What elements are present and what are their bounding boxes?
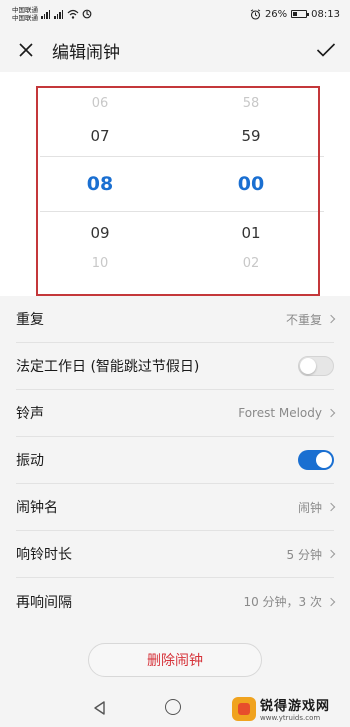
ring-duration-value: 5 分钟 bbox=[286, 546, 336, 563]
title-bar: 编辑闹钟 bbox=[0, 28, 350, 72]
signal-icon-2 bbox=[54, 9, 63, 19]
ringtone-label: 铃声 bbox=[16, 406, 44, 422]
watermark: 锐得游戏网 www.ytruids.com bbox=[232, 690, 350, 727]
ringtone-value: Forest Melody bbox=[238, 406, 336, 420]
picker-divider-bottom bbox=[40, 211, 324, 212]
time-picker[interactable]: 06 07 08 09 10 58 59 00 01 02 bbox=[0, 72, 350, 302]
workday-row[interactable]: 法定工作日 (智能跳过节假日) bbox=[16, 343, 334, 390]
repeat-value-text: 不重复 bbox=[285, 312, 322, 327]
minute-option[interactable]: 58 bbox=[191, 96, 311, 111]
chevron-right-icon bbox=[326, 597, 336, 606]
hour-wheel[interactable]: 06 07 08 09 10 bbox=[40, 72, 160, 302]
signal-icon bbox=[41, 9, 50, 19]
alarm-name-value: 闹钟 bbox=[297, 499, 336, 516]
sync-icon bbox=[82, 9, 92, 19]
minute-option[interactable]: 59 bbox=[191, 127, 311, 145]
alarm-name-row[interactable]: 闹钟名 闹钟 bbox=[16, 484, 336, 531]
carrier-1: 中国联通 bbox=[12, 6, 38, 14]
selected-minute[interactable]: 00 bbox=[191, 173, 311, 195]
chevron-right-icon bbox=[326, 314, 336, 324]
snooze-row[interactable]: 再响间隔 10 分钟，3 次 bbox=[16, 578, 336, 625]
chevron-right-icon bbox=[326, 502, 336, 512]
ringtone-value-text: Forest Melody bbox=[238, 406, 322, 420]
status-bar: 中国联通 中国联通 26% 08:13 bbox=[0, 0, 350, 28]
delete-alarm-button[interactable]: 删除闹钟 bbox=[88, 643, 262, 677]
ringtone-row[interactable]: 铃声 Forest Melody bbox=[16, 390, 336, 437]
alarm-name-label: 闹钟名 bbox=[16, 500, 58, 516]
settings-list: 重复 不重复 法定工作日 (智能跳过节假日) 铃声 Forest Melody … bbox=[0, 296, 350, 626]
hour-option[interactable]: 09 bbox=[40, 224, 160, 242]
chevron-right-icon bbox=[326, 549, 336, 559]
repeat-label: 重复 bbox=[16, 312, 44, 328]
page-title: 编辑闹钟 bbox=[52, 42, 120, 63]
hour-option[interactable]: 07 bbox=[40, 127, 160, 145]
alarm-icon bbox=[250, 8, 261, 20]
watermark-title: 锐得游戏网 bbox=[260, 699, 331, 714]
repeat-row[interactable]: 重复 不重复 bbox=[16, 296, 336, 343]
watermark-logo-icon bbox=[232, 696, 256, 721]
toggle-knob bbox=[316, 452, 332, 468]
ring-duration-value-text: 5 分钟 bbox=[286, 547, 322, 562]
battery-percent: 26% bbox=[264, 8, 288, 20]
workday-label: 法定工作日 (智能跳过节假日) bbox=[16, 359, 200, 375]
back-icon[interactable] bbox=[92, 700, 108, 716]
repeat-value: 不重复 bbox=[285, 311, 336, 328]
carrier-2: 中国联通 bbox=[12, 14, 38, 22]
home-icon[interactable] bbox=[165, 699, 181, 715]
status-time: 08:13 bbox=[311, 8, 340, 20]
hour-option[interactable]: 06 bbox=[40, 96, 160, 111]
alarm-name-value-text: 闹钟 bbox=[297, 500, 322, 515]
battery-icon bbox=[291, 10, 310, 18]
check-icon[interactable] bbox=[316, 42, 336, 58]
workday-toggle[interactable] bbox=[298, 356, 334, 376]
ring-duration-row[interactable]: 响铃时长 5 分钟 bbox=[16, 531, 336, 578]
watermark-url: www.ytruids.com bbox=[260, 714, 321, 722]
vibrate-label: 振动 bbox=[16, 453, 44, 469]
picker-divider-top bbox=[40, 156, 324, 157]
close-icon[interactable] bbox=[18, 42, 34, 58]
vibrate-toggle[interactable] bbox=[298, 450, 334, 470]
ring-duration-label: 响铃时长 bbox=[16, 547, 72, 563]
selected-hour[interactable]: 08 bbox=[40, 173, 160, 195]
hour-option[interactable]: 10 bbox=[40, 256, 160, 271]
wifi-icon bbox=[67, 9, 79, 19]
vibrate-row[interactable]: 振动 bbox=[16, 437, 334, 484]
snooze-value-text: 10 分钟，3 次 bbox=[243, 595, 322, 609]
toggle-knob bbox=[300, 358, 316, 374]
minute-option[interactable]: 02 bbox=[191, 256, 311, 271]
snooze-label: 再响间隔 bbox=[16, 594, 72, 611]
carrier-names: 中国联通 中国联通 bbox=[12, 6, 38, 22]
chevron-right-icon bbox=[326, 408, 336, 418]
minute-wheel[interactable]: 58 59 00 01 02 bbox=[191, 72, 311, 302]
minute-option[interactable]: 01 bbox=[191, 224, 311, 242]
snooze-value: 10 分钟，3 次 bbox=[243, 593, 336, 610]
